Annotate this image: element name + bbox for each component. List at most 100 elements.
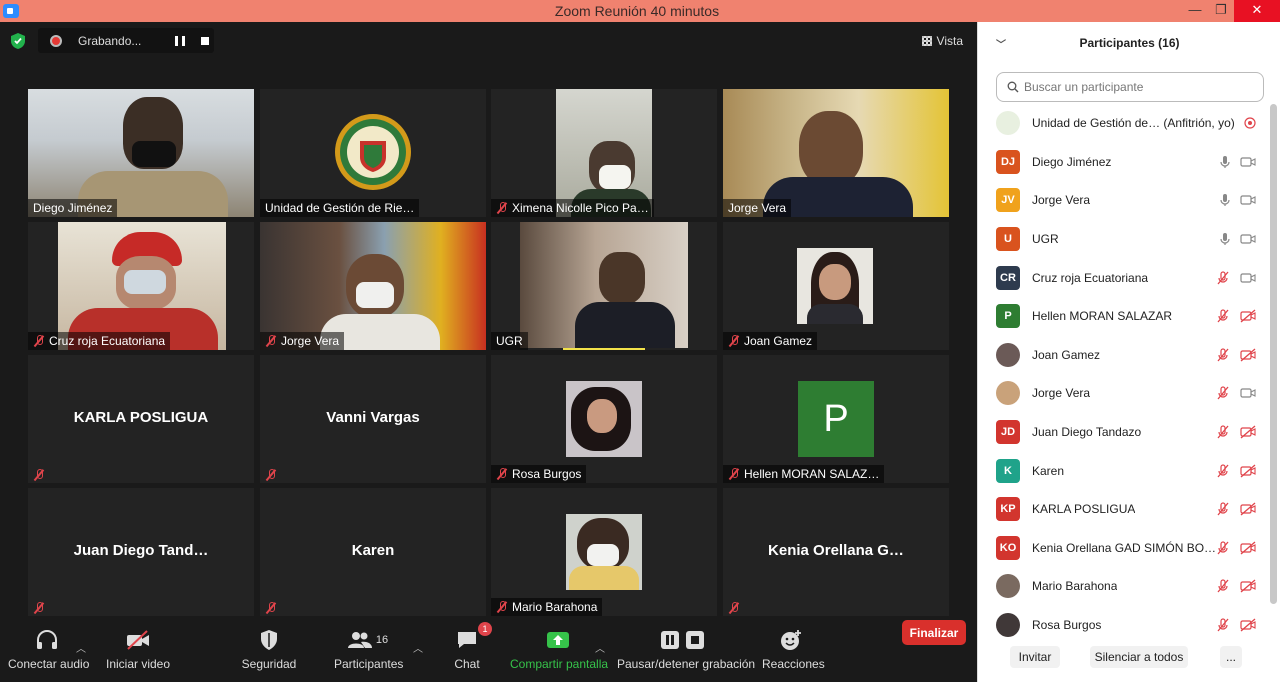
tile-name: Diego Jiménez [28, 199, 118, 217]
participant-avatar: JD [996, 420, 1020, 445]
video-button[interactable]: Iniciar video [105, 628, 171, 671]
mic-muted-icon [33, 469, 45, 481]
share-options-caret[interactable]: ︿ [595, 640, 605, 655]
participant-row[interactable]: K Karen [978, 451, 1268, 490]
mic-icon [1220, 155, 1230, 168]
video-tile[interactable]: Karen [260, 488, 486, 616]
participant-row[interactable]: Jorge Vera [978, 374, 1268, 413]
recording-status-icon [1244, 117, 1256, 129]
participant-name: Kenia Orellana GAD SIMÓN BO… [1032, 540, 1217, 555]
participant-row[interactable]: KO Kenia Orellana GAD SIMÓN BO… [978, 529, 1268, 568]
panel-scrollbar[interactable] [1270, 104, 1277, 604]
mic-muted-icon [1217, 386, 1229, 400]
invite-button[interactable]: Invitar [1010, 646, 1060, 668]
participant-row[interactable]: Rosa Burgos [978, 606, 1268, 645]
participant-row[interactable]: CR Cruz roja Ecuatoriana [978, 258, 1268, 297]
participants-icon [347, 632, 372, 648]
mic-muted-icon [728, 335, 740, 347]
video-tile[interactable]: Ximena Nicolle Pico Pa… [491, 89, 717, 217]
participant-name: UGR [1032, 232, 1059, 247]
participant-row[interactable]: JD Juan Diego Tandazo [978, 413, 1268, 452]
security-button[interactable]: Seguridad [240, 628, 298, 671]
close-button[interactable]: ✕ [1234, 0, 1280, 22]
video-tile[interactable]: Jorge Vera [723, 89, 949, 217]
video-tile[interactable]: Kenia Orellana G… [723, 488, 949, 616]
mic-muted-icon [1217, 579, 1229, 593]
participant-name: Jorge Vera [1032, 386, 1091, 401]
participant-status-icons [1216, 386, 1256, 400]
tile-name: Ximena Nicolle Pico Pa… [491, 199, 654, 217]
participant-row[interactable]: Unidad de Gestión de… (Anfitrión, yo) [978, 104, 1268, 143]
participant-avatar: U [996, 227, 1020, 252]
tile-name: Hellen MORAN SALAZ… [723, 465, 885, 483]
participants-options-caret[interactable]: ︿ [413, 640, 423, 655]
mic-muted-icon [1217, 309, 1229, 323]
participant-row[interactable]: DJ Diego Jiménez [978, 143, 1268, 182]
video-tile[interactable]: P Hellen MORAN SALAZ… [723, 355, 949, 483]
participant-status-icons [1216, 271, 1256, 285]
stop-recording-icon[interactable] [201, 36, 210, 45]
more-options-button[interactable]: ... [1220, 646, 1242, 668]
share-screen-button[interactable]: Compartir pantalla [510, 628, 608, 671]
pause-recording-icon[interactable] [175, 35, 186, 46]
encryption-shield-icon[interactable] [10, 32, 26, 50]
participants-button[interactable]: 16 Participantes [334, 628, 403, 671]
mic-muted-icon [1217, 541, 1229, 555]
mic-icon [1220, 194, 1230, 207]
mic-muted-icon [33, 335, 45, 347]
recording-controls-button[interactable]: Pausar/detener grabación [617, 628, 755, 671]
stop-icon [685, 631, 704, 649]
participant-name: Mario Barahona [1032, 579, 1118, 594]
audio-options-caret[interactable]: ︿ [76, 640, 86, 655]
participant-display-name: Kenia Orellana G… [768, 542, 904, 559]
camera-off-icon [1240, 464, 1256, 478]
video-tile[interactable]: Joan Gamez [723, 222, 949, 350]
participant-status-icons [1216, 464, 1256, 478]
view-button[interactable]: Vista [921, 34, 963, 48]
participant-row[interactable]: Joan Gamez [978, 336, 1268, 375]
mute-all-button[interactable]: Silenciar a todos [1090, 646, 1188, 668]
participant-row[interactable]: P Hellen MORAN SALAZAR [978, 297, 1268, 336]
panel-header: ﹀ Participantes (16) [978, 22, 1280, 64]
mic-muted-icon [1217, 464, 1229, 478]
end-meeting-button[interactable]: Finalizar [902, 620, 966, 645]
participant-display-name: KARLA POSLIGUA [73, 409, 209, 426]
chat-button[interactable]: 1 Chat [450, 622, 492, 671]
participant-row[interactable]: Mario Barahona [978, 567, 1268, 606]
video-tile[interactable]: Unidad de Gestión de Rie… [260, 89, 486, 217]
window-titlebar: Zoom Reunión 40 minutos — ❐ ✕ [0, 0, 1280, 22]
mic-muted-icon [1217, 271, 1229, 285]
mic-muted-icon [496, 202, 508, 214]
participant-avatar: JV [996, 188, 1020, 213]
meeting-stage: Grabando... Vista Diego Jiménez Unidad d… [0, 22, 977, 682]
participant-row[interactable]: U UGR [978, 220, 1268, 259]
chat-unread-badge: 1 [478, 622, 492, 636]
video-tile[interactable]: Rosa Burgos [491, 355, 717, 483]
video-tile[interactable]: Mario Barahona [491, 488, 717, 616]
tile-name [260, 467, 282, 483]
reactions-button[interactable]: Reacciones [762, 628, 825, 671]
tile-name: Jorge Vera [723, 199, 792, 217]
panel-footer: Invitar Silenciar a todos ... [978, 646, 1280, 672]
participant-display-name: Karen [351, 542, 395, 559]
video-tile[interactable]: KARLA POSLIGUA [28, 355, 254, 483]
video-tile[interactable]: Juan Diego Tand… [28, 488, 254, 616]
video-tile[interactable]: Cruz roja Ecuatoriana [28, 222, 254, 350]
audio-button[interactable]: Conectar audio [8, 628, 89, 671]
collapse-chevron-icon[interactable]: ﹀ [996, 36, 1006, 51]
participant-status-icons [1216, 309, 1256, 323]
maximize-button[interactable]: ❐ [1206, 0, 1236, 22]
participant-name: Diego Jiménez [1032, 154, 1112, 169]
video-tile[interactable]: Jorge Vera [260, 222, 486, 350]
participant-search-input[interactable]: Buscar un participante [996, 72, 1264, 102]
pause-icon [660, 631, 679, 649]
participant-row[interactable]: JV Jorge Vera [978, 181, 1268, 220]
video-tile[interactable]: Vanni Vargas [260, 355, 486, 483]
meeting-topbar: Grabando... Vista [0, 22, 977, 58]
participant-row[interactable]: KP KARLA POSLIGUA [978, 490, 1268, 529]
tile-name: Cruz roja Ecuatoriana [28, 332, 171, 350]
mic-muted-icon [265, 469, 277, 481]
video-tile[interactable]: UGR [491, 222, 717, 350]
video-tile[interactable]: Diego Jiménez [28, 89, 254, 217]
participant-name: Juan Diego Tandazo [1032, 425, 1142, 440]
